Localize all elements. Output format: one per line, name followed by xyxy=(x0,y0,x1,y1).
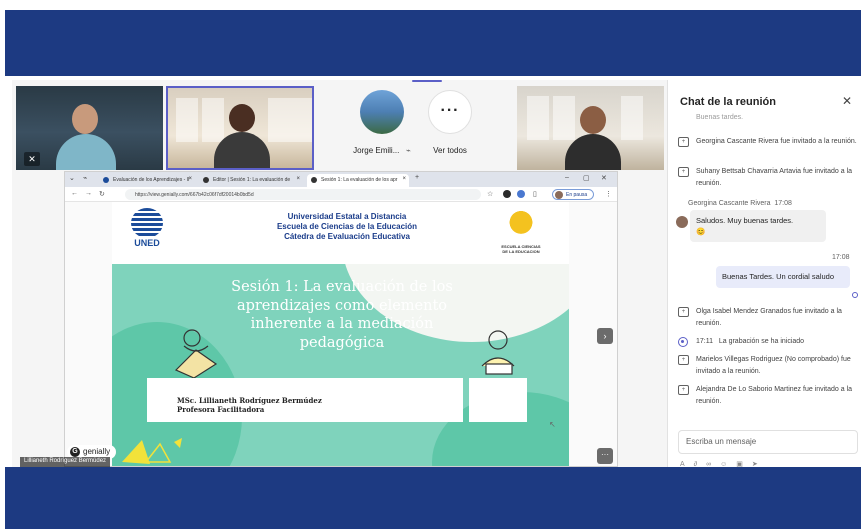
url-field[interactable]: https://view.genially.com/667b42c06f7df2… xyxy=(125,189,481,200)
browser-tab-3[interactable]: Sesión 1: La evaluación de los apr × xyxy=(307,174,409,187)
chat-event: + Georgina Cascante Rivera fue invitado … xyxy=(678,136,858,148)
chat-message[interactable]: Saludos. Muy buenas tardes. 😊 xyxy=(690,210,826,242)
chat-event: + Marielos Villegas Rodriguez (No compro… xyxy=(678,354,858,378)
next-slide-button[interactable]: › xyxy=(597,328,613,344)
bottom-banner xyxy=(5,467,861,529)
participant-tile-3[interactable]: Jorge Emili... ⌁ xyxy=(352,90,412,155)
avatar xyxy=(360,90,404,134)
maximize-icon[interactable]: ▢ xyxy=(583,174,590,182)
participant-video xyxy=(214,102,270,168)
participant-tile-4[interactable] xyxy=(517,86,664,170)
person-add-icon: + xyxy=(678,385,689,395)
chat-event: + Alejandra De Lo Saborio Martinez fue i… xyxy=(678,384,858,408)
mic-off-icon: ⌁ xyxy=(401,146,411,155)
person-reading-illustration xyxy=(174,329,218,379)
close-window-icon[interactable]: ✕ xyxy=(601,174,607,182)
message-input[interactable]: Escriba un mensaje xyxy=(678,430,858,454)
presentation-slide: UNED Universidad Estatal a Distancia Esc… xyxy=(112,202,569,466)
see-all-button[interactable]: ··· Ver todos xyxy=(424,90,476,155)
person-add-icon: + xyxy=(678,137,689,147)
profile-paused-button[interactable]: En pausa xyxy=(552,189,594,200)
more-icon: ··· xyxy=(428,90,472,134)
slide-title: Sesión 1: La evaluación de los aprendiza… xyxy=(231,279,453,351)
drag-indicator[interactable] xyxy=(412,80,442,82)
person-laptop-illustration xyxy=(481,330,515,375)
close-icon[interactable]: ✕ xyxy=(842,94,852,108)
compose-toolbar: A∂∞☺▣➤ xyxy=(680,460,767,467)
uned-logo: UNED xyxy=(128,208,166,248)
tab-menu-icon[interactable]: ⌄ xyxy=(69,174,75,182)
chat-title: Chat de la reunión xyxy=(680,96,776,108)
chat-panel: Chat de la reunión ✕ Buenas tardes. + Ge… xyxy=(667,80,861,467)
school-logo: ESCUELA CIENCIAS DE LA EDUCACION xyxy=(495,208,547,254)
browser-tab-1[interactable]: Evaluación de los Aprendizajes - II × xyxy=(99,174,195,187)
address-bar: ← → ↻ https://view.genially.com/667b42c0… xyxy=(65,187,617,202)
back-icon[interactable]: ← xyxy=(71,190,78,197)
chat-event-recording: 17:11 La grabación se ha iniciado xyxy=(678,336,858,348)
presenter-role: Profesora Facilitadora xyxy=(177,405,265,414)
recording-icon xyxy=(678,337,688,347)
person-add-icon: + xyxy=(678,167,689,177)
participant-name: Jorge Emili... ⌁ xyxy=(353,146,411,155)
triangle-decoration xyxy=(122,438,182,464)
participant-video xyxy=(56,100,116,170)
browser-tab-2[interactable]: Editor | Sesión 1: La evaluación de × xyxy=(199,174,303,187)
minimize-icon[interactable]: – xyxy=(565,174,569,181)
person-add-icon: + xyxy=(678,355,689,365)
message-meta: Georgina Cascante Rivera 17:08 xyxy=(688,200,792,207)
screen: ✕ Jorge Emili... ⌁ ··· Ver todos ⌄ ⌁ Eva… xyxy=(0,0,861,529)
chat-event: + Suhany Bettsab Chavarria Artavia fue i… xyxy=(678,166,858,190)
smile-emoji-icon: 😊 xyxy=(696,227,706,236)
extension-icon[interactable] xyxy=(503,190,511,198)
sidebar-icon[interactable]: ▯ xyxy=(533,190,537,198)
reload-icon[interactable]: ↻ xyxy=(99,190,105,198)
browser-menu-icon[interactable]: ⋮ xyxy=(605,190,612,198)
top-banner xyxy=(5,10,861,76)
presenter-box: MSc. Lillianeth Rodríguez Bermúdez Profe… xyxy=(147,378,463,422)
bookmark-star-icon[interactable]: ☆ xyxy=(487,190,493,198)
participant-tile-2[interactable] xyxy=(166,86,314,170)
profile-avatar xyxy=(555,191,563,199)
participant-tile-1[interactable]: ✕ xyxy=(16,86,163,170)
person-add-icon: + xyxy=(678,307,689,317)
chat-event: + Olga Isabel Mendez Granados fue invita… xyxy=(678,306,858,330)
page-content: UNED Universidad Estatal a Distancia Esc… xyxy=(65,202,617,466)
presenter-box-side xyxy=(469,378,527,422)
read-receipt-icon xyxy=(852,292,858,298)
mouse-cursor-icon: ↖ xyxy=(549,420,556,429)
institution-heading: Universidad Estatal a Distancia Escuela … xyxy=(276,212,418,241)
shared-screen: ⌄ ⌁ Evaluación de los Aprendizajes - II … xyxy=(64,171,618,467)
message-time: 17:08 xyxy=(832,254,850,261)
forward-icon[interactable]: → xyxy=(85,190,92,197)
presenter-name: MSc. Lillianeth Rodríguez Bermúdez xyxy=(177,396,322,405)
chat-message-own[interactable]: Buenas Tardes. Un cordial saludo xyxy=(716,266,850,288)
extension-icon[interactable] xyxy=(517,190,525,198)
mic-off-icon: ✕ xyxy=(24,152,40,166)
participant-video xyxy=(565,104,621,170)
avatar xyxy=(676,216,688,228)
teams-meeting-window: ✕ Jorge Emili... ⌁ ··· Ver todos ⌄ ⌁ Eva… xyxy=(12,80,861,467)
sharer-name-tag: Lillianeth Rodríguez Bermúdez xyxy=(20,457,111,467)
tab-search-icon[interactable]: ⌁ xyxy=(83,174,87,182)
chat-message-fragment: Buenas tardes. xyxy=(696,114,744,121)
new-tab-button[interactable]: + xyxy=(415,174,419,181)
browser-tab-bar: ⌄ ⌁ Evaluación de los Aprendizajes - II … xyxy=(65,172,617,187)
slide-options-button[interactable]: ··· xyxy=(597,448,613,464)
